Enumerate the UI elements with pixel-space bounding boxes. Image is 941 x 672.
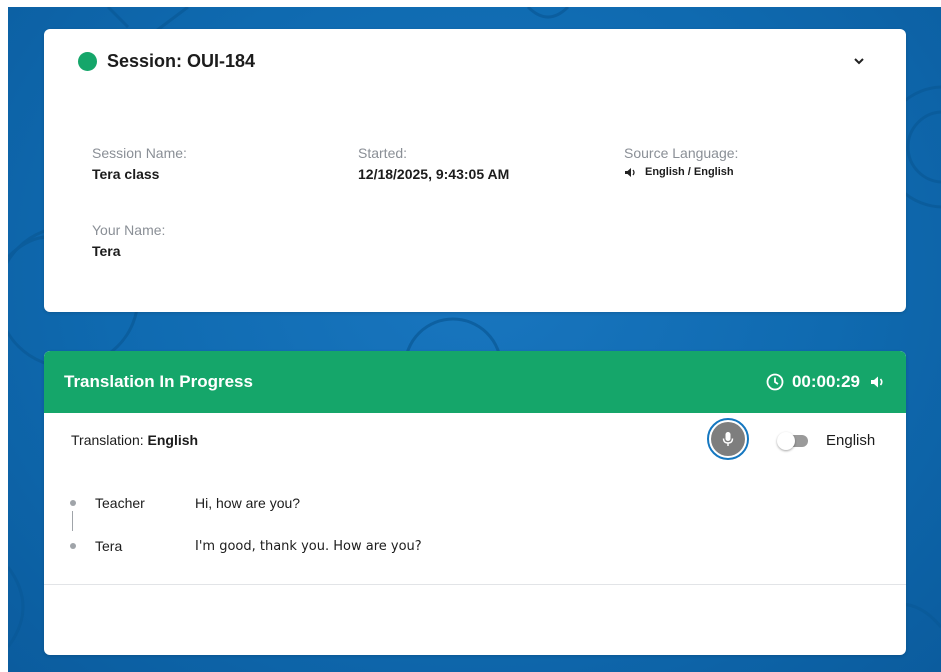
session-card: Session: OUI-184 Session Name: Tera clas… xyxy=(44,29,906,312)
chevron-down-icon[interactable] xyxy=(852,56,866,66)
source-language-label: Source Language: xyxy=(624,145,739,161)
speaker-icon xyxy=(625,167,635,177)
toggle-knob xyxy=(777,432,795,450)
transcript-text: I'm good, thank you. How are you? xyxy=(195,538,422,554)
transcript-text: Hi, how are you? xyxy=(195,495,301,511)
session-title: Session: OUI-184 xyxy=(107,51,256,71)
translation-language: English xyxy=(147,432,199,448)
translation-language-label: Translation: English xyxy=(71,432,198,448)
transcript-bullet xyxy=(70,543,76,549)
volume-icon[interactable] xyxy=(870,375,886,389)
microphone-button[interactable] xyxy=(707,418,749,460)
your-name-field: Your Name: Tera xyxy=(92,222,165,259)
translation-title: Translation In Progress xyxy=(64,372,253,391)
transcript-speaker: Teacher xyxy=(95,495,145,511)
transcript-bullet xyxy=(70,500,76,506)
timer-value: 00:00:29 xyxy=(791,372,860,391)
clock-icon xyxy=(766,373,784,391)
source-language-text: English / English xyxy=(645,166,734,178)
session-status-dot xyxy=(78,52,97,71)
transcript-item: Tera I'm good, thank you. How are you? xyxy=(70,538,422,554)
transcript-connector xyxy=(72,511,73,531)
transcript-item: Teacher Hi, how are you? xyxy=(70,495,300,511)
session-timer: 00:00:29 xyxy=(766,372,886,392)
source-language-value: English / English xyxy=(624,166,738,178)
source-language-field: Source Language: English / English xyxy=(624,145,738,178)
started-field: Started: 12/18/2025, 9:43:05 AM xyxy=(358,145,509,182)
translation-toolbar: Translation: English English xyxy=(44,413,906,463)
your-name-label: Your Name: xyxy=(92,222,166,238)
started-value: 12/18/2025, 9:43:05 AM xyxy=(358,166,510,182)
session-name-label: Session Name: xyxy=(92,145,187,161)
microphone-icon xyxy=(722,432,734,446)
session-header: Session: OUI-184 xyxy=(78,51,255,72)
transcript-speaker: Tera xyxy=(95,538,123,554)
transcript-list: Teacher Hi, how are you? Tera I'm good, … xyxy=(44,463,906,585)
toggle-label: English xyxy=(826,432,876,449)
session-name-field: Session Name: Tera class xyxy=(92,145,187,182)
session-name-value: Tera class xyxy=(92,166,160,182)
translation-label: Translation: xyxy=(71,432,148,448)
language-toggle[interactable] xyxy=(777,432,808,450)
microphone-button-inner xyxy=(711,422,745,456)
translation-card: Translation In Progress 00:00:29 Transla… xyxy=(44,351,906,655)
translation-header: Translation In Progress 00:00:29 xyxy=(44,351,906,413)
started-label: Started: xyxy=(358,145,408,161)
your-name-value: Tera xyxy=(92,243,121,259)
